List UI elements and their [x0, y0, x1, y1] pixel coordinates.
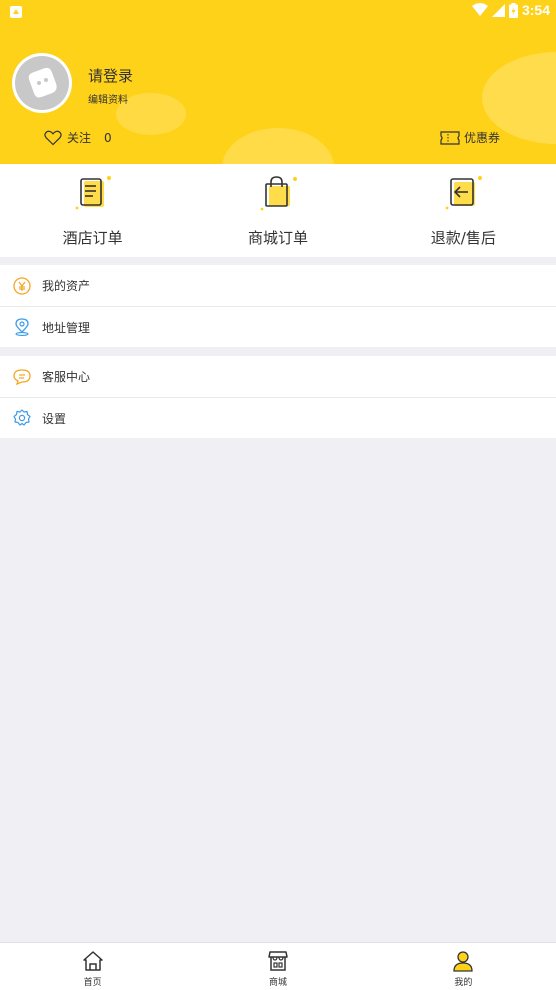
- location-pin-icon: [13, 318, 31, 336]
- hotel-order-label: 酒店订单: [62, 229, 123, 247]
- menu-label-assets: 我的资产: [42, 279, 91, 293]
- menu-label-address: 地址管理: [42, 320, 91, 335]
- refund-label: 退款/售后: [430, 229, 496, 247]
- nav-item-store[interactable]: 商城: [185, 943, 370, 990]
- user-icon: [453, 951, 473, 972]
- menu-group-assets: 我的资产 地址管理: [0, 265, 556, 347]
- menu-item-service[interactable]: 客服中心: [0, 356, 556, 397]
- avatar-placeholder-icon: [15, 56, 69, 110]
- hotel-order-button[interactable]: 酒店订单: [0, 164, 185, 257]
- shop-order-label: 商城订单: [247, 229, 308, 247]
- signal-icon: [491, 3, 505, 17]
- menu-item-address[interactable]: 地址管理: [0, 306, 556, 347]
- profile-header: 3:54 请登录 编辑资料 关注 0 优惠券: [0, 0, 556, 164]
- orders-section: 酒店订单 商城订单 退款/售后: [0, 164, 556, 257]
- ticket-icon: [440, 130, 460, 145]
- coupon-label: 优惠券: [464, 131, 501, 145]
- chat-bubble-icon: [13, 368, 31, 386]
- menu-item-assets[interactable]: 我的资产: [0, 265, 556, 306]
- nav-item-home[interactable]: 首页: [0, 943, 185, 990]
- yen-icon: [13, 276, 31, 295]
- shop-order-icon: [256, 174, 300, 218]
- edit-profile-link[interactable]: 编辑资料: [88, 91, 128, 106]
- gear-icon: [13, 409, 31, 427]
- hotel-order-icon: [71, 174, 115, 218]
- battery-icon: [508, 2, 518, 18]
- login-prompt[interactable]: 请登录: [88, 65, 133, 86]
- nav-item-mine[interactable]: 我的: [371, 943, 556, 990]
- coupon-button[interactable]: 优惠券: [440, 129, 500, 146]
- notification-icon: [10, 6, 22, 18]
- refund-icon: [441, 174, 485, 218]
- header-decoration: [222, 128, 334, 164]
- follow-label: 关注: [67, 131, 92, 145]
- wifi-icon: [471, 3, 488, 16]
- menu-label-settings: 设置: [42, 411, 67, 426]
- shop-order-button[interactable]: 商城订单: [185, 164, 370, 257]
- store-icon: [268, 951, 288, 971]
- status-time: 3:54: [521, 2, 550, 18]
- heart-icon: [44, 130, 62, 145]
- follow-button[interactable]: 关注 0: [44, 129, 112, 146]
- avatar[interactable]: [12, 53, 72, 113]
- home-icon: [82, 951, 103, 971]
- nav-label-mine: 我的: [454, 978, 473, 988]
- refund-button[interactable]: 退款/售后: [371, 164, 556, 257]
- menu-group-service: 客服中心 设置: [0, 356, 556, 438]
- status-bar: 3:54: [0, 0, 556, 24]
- follow-count: 0: [104, 130, 112, 145]
- menu-item-settings[interactable]: 设置: [0, 397, 556, 438]
- nav-label-home: 首页: [83, 978, 102, 988]
- menu-label-service: 客服中心: [42, 370, 91, 384]
- nav-label-store: 商城: [268, 978, 287, 988]
- bottom-nav: 首页 商城 我的: [0, 942, 556, 990]
